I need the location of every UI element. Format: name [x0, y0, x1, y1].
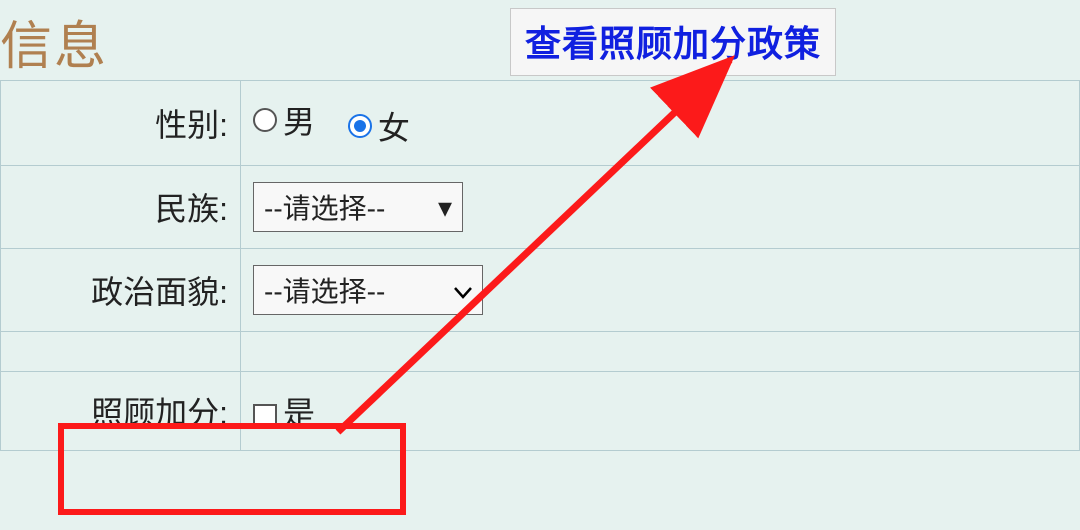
section-title: 信息 — [0, 4, 108, 79]
row-spacer — [1, 332, 1080, 372]
row-ethnicity: 民族: --请选择-- ▾ — [1, 166, 1080, 249]
select-political-value: --请选择-- — [264, 270, 385, 310]
value-political: --请选择-- — [241, 249, 1080, 332]
value-gender: 男 女 — [241, 81, 1080, 166]
radio-female-label: 女 — [378, 103, 410, 149]
select-ethnicity-value: --请选择-- — [264, 187, 385, 227]
checkbox-bonus-label: 是 — [283, 395, 315, 431]
label-bonus: 照顾加分: — [1, 372, 241, 451]
row-bonus: 照顾加分: 是 — [1, 372, 1080, 451]
chevron-down-icon: ▾ — [438, 191, 452, 224]
radio-female[interactable] — [348, 114, 372, 138]
radio-male[interactable] — [253, 108, 277, 132]
label-gender: 性别: — [1, 81, 241, 166]
chevron-down-icon — [454, 274, 472, 306]
select-political[interactable]: --请选择-- — [253, 265, 483, 315]
view-bonus-policy-link[interactable]: 查看照顾加分政策 — [510, 8, 836, 76]
form-table: 性别: 男 女 民族: --请选择-- ▾ 政治面貌: — [0, 80, 1080, 451]
row-gender: 性别: 男 女 — [1, 81, 1080, 166]
select-ethnicity[interactable]: --请选择-- ▾ — [253, 182, 463, 232]
value-bonus: 是 — [241, 372, 1080, 451]
label-political: 政治面貌: — [1, 249, 241, 332]
radio-male-label: 男 — [283, 97, 315, 143]
checkbox-bonus-yes[interactable] — [253, 404, 277, 428]
row-political: 政治面貌: --请选择-- — [1, 249, 1080, 332]
value-ethnicity: --请选择-- ▾ — [241, 166, 1080, 249]
label-ethnicity: 民族: — [1, 166, 241, 249]
